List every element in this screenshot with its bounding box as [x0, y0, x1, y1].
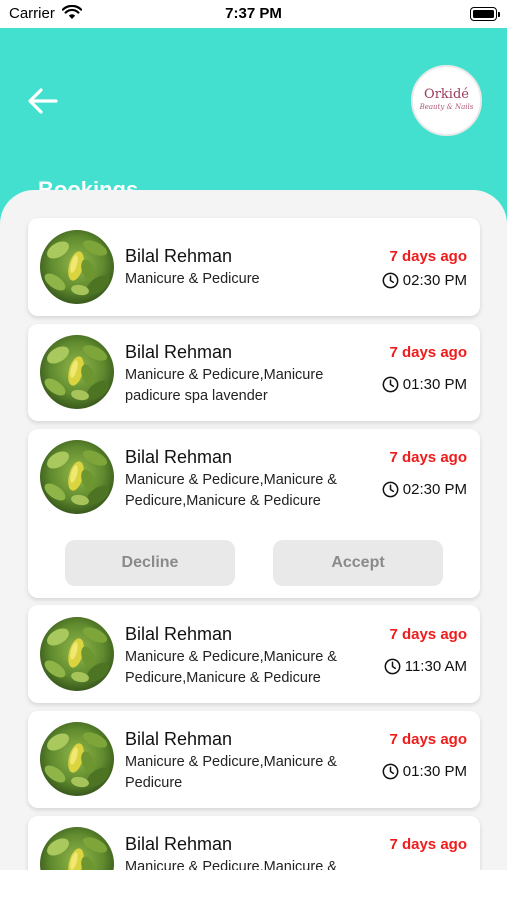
- service-text: Manicure & Pedicure,Manicure padicure sp…: [125, 367, 324, 404]
- client-name: Bilal Rehman: [125, 624, 233, 644]
- status-bar: Carrier 7:37 PM: [0, 0, 507, 28]
- avatar: [40, 617, 114, 691]
- client-name: Bilal Rehman: [125, 834, 233, 854]
- booking-time: 02:30 PM: [382, 272, 467, 289]
- service-text: Manicure & Pedicure: [125, 271, 260, 287]
- client-name: Bilal Rehman: [125, 246, 233, 266]
- clock-icon: [384, 658, 401, 675]
- bottom-safe-area: [0, 870, 507, 900]
- time-ago: 7 days ago: [389, 449, 467, 466]
- avatar: [40, 722, 114, 796]
- time-ago: 7 days ago: [389, 836, 467, 853]
- time-text: 11:30 AM: [404, 658, 467, 675]
- time-ago: 7 days ago: [389, 731, 467, 748]
- time-ago: 7 days ago: [389, 344, 467, 361]
- battery-icon: [470, 7, 500, 21]
- client-name: Bilal Rehman: [125, 729, 233, 749]
- status-time: 7:37 PM: [225, 5, 282, 22]
- clock-icon: [382, 376, 399, 393]
- booking-card-expanded[interactable]: Bilal Rehman Manicure & Pedicure,Manicur…: [28, 429, 480, 598]
- time-ago: 7 days ago: [389, 248, 467, 265]
- brand-logo: Orkidé Beauty & Nails: [411, 65, 482, 136]
- accept-button[interactable]: Accept: [273, 540, 443, 586]
- avatar: [40, 230, 114, 304]
- clock-icon: [382, 763, 399, 780]
- avatar: [40, 827, 114, 870]
- service-text: Manicure & Pedicure,Manicure & Pedicure,…: [125, 649, 337, 686]
- clock-icon: [382, 481, 399, 498]
- time-ago: 7 days ago: [389, 626, 467, 643]
- back-arrow-icon[interactable]: [26, 86, 60, 116]
- booking-card[interactable]: Bilal Rehman Manicure & Pedicure,Manicur…: [28, 711, 480, 808]
- logo-name: Orkidé: [424, 87, 469, 102]
- booking-card[interactable]: Bilal Rehman Manicure & Pedicure,Manicur…: [28, 816, 480, 870]
- client-name: Bilal Rehman: [125, 342, 233, 362]
- booking-time: 01:30 PM: [382, 376, 467, 393]
- client-name: Bilal Rehman: [125, 447, 233, 467]
- avatar: [40, 440, 114, 514]
- time-text: 01:30 PM: [402, 376, 467, 393]
- time-text: 01:30 PM: [402, 763, 467, 780]
- booking-card[interactable]: Bilal Rehman Manicure & Pedicure 7 days …: [28, 218, 480, 316]
- service-text: Manicure & Pedicure,Manicure & Pedicure: [125, 754, 337, 791]
- decline-button[interactable]: Decline: [65, 540, 235, 586]
- booking-card[interactable]: Bilal Rehman Manicure & Pedicure,Manicur…: [28, 605, 480, 703]
- time-text: 02:30 PM: [402, 272, 467, 289]
- booking-time: 01:30 PM: [382, 763, 467, 780]
- clock-icon: [382, 272, 399, 289]
- service-text: Manicure & Pedicure,Manicure & Pedicure,…: [125, 472, 337, 509]
- logo-tagline: Beauty & Nails: [419, 103, 474, 111]
- service-text: Manicure & Pedicure,Manicure &: [125, 859, 337, 870]
- booking-time: 02:30 PM: [382, 481, 467, 498]
- booking-time: 11:30 AM: [384, 658, 467, 675]
- bookings-list[interactable]: Bilal Rehman Manicure & Pedicure 7 days …: [0, 190, 507, 870]
- avatar: [40, 335, 114, 409]
- booking-card[interactable]: Bilal Rehman Manicure & Pedicure,Manicur…: [28, 324, 480, 421]
- time-text: 02:30 PM: [402, 481, 467, 498]
